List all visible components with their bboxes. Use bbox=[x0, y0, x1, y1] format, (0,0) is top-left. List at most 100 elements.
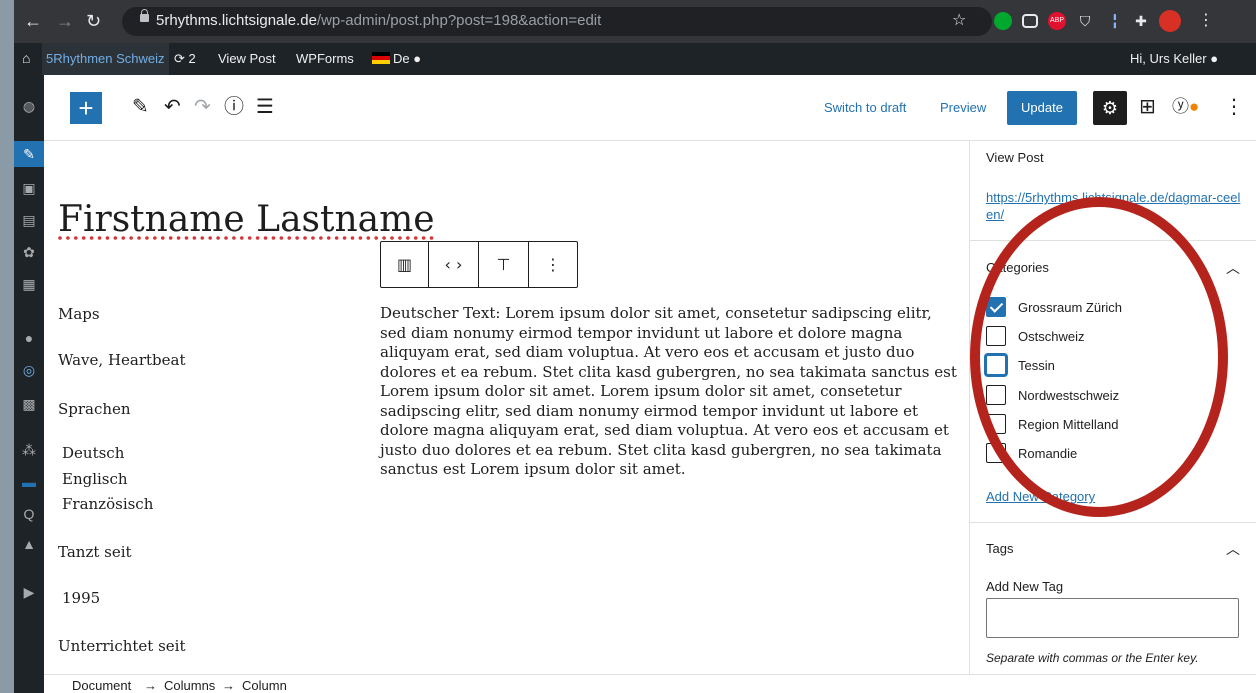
breadcrumb-columns[interactable]: Columns bbox=[164, 678, 215, 693]
home-icon[interactable]: ⌂ bbox=[22, 50, 30, 66]
language-label: De bbox=[393, 51, 410, 66]
category-checkbox[interactable] bbox=[986, 443, 1006, 463]
reload-icon[interactable]: ↻ bbox=[86, 11, 101, 31]
play-icon[interactable]: ▶ bbox=[20, 583, 38, 601]
update-icon: ⟳ bbox=[174, 51, 185, 66]
tags-heading[interactable]: Tags bbox=[986, 541, 1013, 556]
field-value-year[interactable]: 1995 bbox=[62, 589, 100, 607]
shield-icon[interactable]: ⛉ bbox=[1076, 12, 1094, 30]
block-breadcrumb: Document → Columns → Column bbox=[44, 674, 1256, 693]
category-checkbox[interactable] bbox=[986, 385, 1006, 405]
account-link[interactable]: Hi, Urs Keller ● bbox=[1130, 51, 1218, 66]
language-franzoesisch[interactable]: Französisch bbox=[62, 495, 153, 513]
pocket-icon[interactable] bbox=[1022, 14, 1038, 28]
media-icon[interactable]: ▣ bbox=[20, 179, 38, 197]
stats-icon[interactable]: ▬ bbox=[20, 473, 38, 491]
wpforms-link[interactable]: WPForms bbox=[296, 51, 354, 66]
tools-icon[interactable]: ▩ bbox=[20, 395, 38, 413]
tag-help-text: Separate with commas or the Enter key. bbox=[986, 651, 1199, 665]
adblock-icon[interactable]: ABP bbox=[1048, 12, 1066, 30]
pages-icon[interactable]: ▤ bbox=[20, 211, 38, 229]
tag-input[interactable] bbox=[986, 598, 1239, 638]
edit-icon[interactable]: ✎ bbox=[132, 97, 149, 117]
field-label-unterrichtet-seit[interactable]: Unterrichtet seit bbox=[58, 637, 186, 655]
sync-icon[interactable]: ◎ bbox=[20, 361, 38, 379]
columns-icon[interactable]: ▥ bbox=[381, 242, 429, 287]
help-icon: ● bbox=[413, 51, 422, 66]
add-new-category-link[interactable]: Add New Category bbox=[986, 489, 1095, 504]
settings-gear-icon[interactable]: ⚙ bbox=[1093, 91, 1127, 125]
category-checkbox[interactable] bbox=[986, 326, 1006, 346]
appearance-icon[interactable]: ✿ bbox=[20, 243, 38, 261]
updates-count: 2 bbox=[188, 51, 196, 66]
chevron-up-icon[interactable]: ︿ bbox=[1226, 539, 1240, 559]
field-value-wave[interactable]: Wave, Heartbeat bbox=[58, 351, 186, 369]
yoast-icon[interactable]: ⓨ● bbox=[1172, 97, 1199, 117]
browser-chrome: ← → ↻ 5rhythms.lichtsignale.de/wp-admin/… bbox=[14, 0, 1256, 43]
back-icon[interactable]: ← bbox=[24, 11, 42, 31]
posts-icon[interactable]: ✎ bbox=[14, 141, 44, 167]
field-label-tanzt-seit[interactable]: Tanzt seit bbox=[58, 543, 132, 561]
switch-to-draft-button[interactable]: Switch to draft bbox=[824, 100, 906, 115]
add-new-tag-label: Add New Tag bbox=[986, 579, 1064, 594]
forward-icon[interactable]: → bbox=[56, 11, 74, 31]
puzzle-icon[interactable]: ✚ bbox=[1132, 12, 1150, 30]
post-title[interactable]: Firstname Lastname bbox=[58, 199, 435, 240]
block-options-icon[interactable]: ⋮ bbox=[529, 242, 577, 287]
body-paragraph[interactable]: Deutscher Text: Lorem ipsum dolor sit am… bbox=[380, 304, 962, 480]
undo-icon[interactable]: ↶ bbox=[164, 97, 181, 117]
groups-icon[interactable]: ⁂ bbox=[20, 441, 38, 459]
breadcrumb-column[interactable]: Column bbox=[242, 678, 287, 693]
category-checkbox-checked[interactable] bbox=[986, 297, 1006, 317]
breadcrumb-separator: → bbox=[144, 678, 157, 693]
menu-icon[interactable]: ⋮ bbox=[1198, 11, 1214, 31]
german-flag-icon bbox=[372, 52, 390, 64]
block-toolbar: ▥ ‹ › ⊤ ⋮ bbox=[380, 241, 578, 288]
bar-icon[interactable]: ╏ bbox=[1106, 12, 1124, 30]
category-label: Ostschweiz bbox=[1018, 329, 1085, 344]
greeting-text: Hi, Urs Keller bbox=[1130, 51, 1207, 66]
profile-icon[interactable] bbox=[1159, 10, 1181, 32]
star-icon[interactable]: ☆ bbox=[952, 11, 966, 31]
editor-toolbar: + ✎ ↶ ↷ ⓘ ☰ Switch to draft Preview Upda… bbox=[44, 75, 1256, 141]
breadcrumb-separator: → bbox=[222, 678, 235, 693]
preview-button[interactable]: Preview bbox=[940, 100, 986, 115]
breadcrumb-document[interactable]: Document bbox=[72, 678, 131, 693]
category-checkbox[interactable] bbox=[986, 414, 1006, 434]
users-icon[interactable]: ● bbox=[20, 329, 38, 347]
field-label-maps[interactable]: Maps bbox=[58, 305, 100, 323]
redo-icon[interactable]: ↷ bbox=[194, 97, 211, 117]
align-top-icon[interactable]: ⊤ bbox=[479, 242, 529, 287]
url-text[interactable]: 5rhythms.lichtsignale.de/wp-admin/post.p… bbox=[156, 12, 601, 29]
language-deutsch[interactable]: Deutsch bbox=[62, 444, 124, 462]
more-options-icon[interactable]: ⋮ bbox=[1224, 97, 1244, 117]
wp-admin-bar: ⌂ 5Rhythmen Schweiz ⟳ 2 View Post WPForm… bbox=[14, 43, 1256, 75]
view-post-link[interactable]: View Post bbox=[218, 51, 276, 66]
forms-icon[interactable]: ▦ bbox=[20, 275, 38, 293]
category-label: Region Mittelland bbox=[1018, 417, 1119, 432]
add-block-button[interactable]: + bbox=[70, 92, 102, 124]
info-icon[interactable]: ⓘ bbox=[224, 97, 244, 117]
chevron-up-icon[interactable]: ︿ bbox=[1226, 258, 1240, 278]
move-arrows-icon[interactable]: ‹ › bbox=[429, 242, 479, 287]
categories-heading[interactable]: Categories bbox=[986, 260, 1049, 275]
evernote-icon[interactable] bbox=[994, 12, 1012, 30]
editor-canvas: Firstname Lastname Maps Wave, Heartbeat … bbox=[44, 141, 969, 674]
site-name-link[interactable]: 5Rhythmen Schweiz bbox=[42, 43, 169, 75]
dashboard-icon[interactable]: ◍ bbox=[20, 97, 38, 115]
update-button[interactable]: Update bbox=[1007, 91, 1077, 125]
outline-icon[interactable]: ☰ bbox=[256, 97, 274, 117]
language-englisch[interactable]: Englisch bbox=[62, 470, 128, 488]
category-checkbox-focused[interactable] bbox=[986, 355, 1006, 375]
view-post-label: View Post bbox=[986, 150, 1044, 165]
field-label-sprachen[interactable]: Sprachen bbox=[58, 400, 131, 418]
permalink-link[interactable]: https://5rhythms.lichtsignale.de/dagmar-… bbox=[986, 189, 1246, 223]
language-switcher[interactable]: De ● bbox=[372, 51, 421, 66]
search-icon[interactable]: Q bbox=[20, 505, 38, 523]
learn-icon[interactable]: ▲ bbox=[20, 535, 38, 553]
admin-sidebar: ◍ ✎ ▣ ▤ ✿ ▦ ● ◎ ▩ ⁂ ▬ Q ▲ ▶ bbox=[14, 75, 44, 693]
divider bbox=[970, 240, 1256, 241]
category-label: Romandie bbox=[1018, 446, 1078, 461]
updates-link[interactable]: ⟳ 2 bbox=[174, 51, 196, 67]
grid-icon[interactable]: ⊞ bbox=[1139, 97, 1156, 117]
